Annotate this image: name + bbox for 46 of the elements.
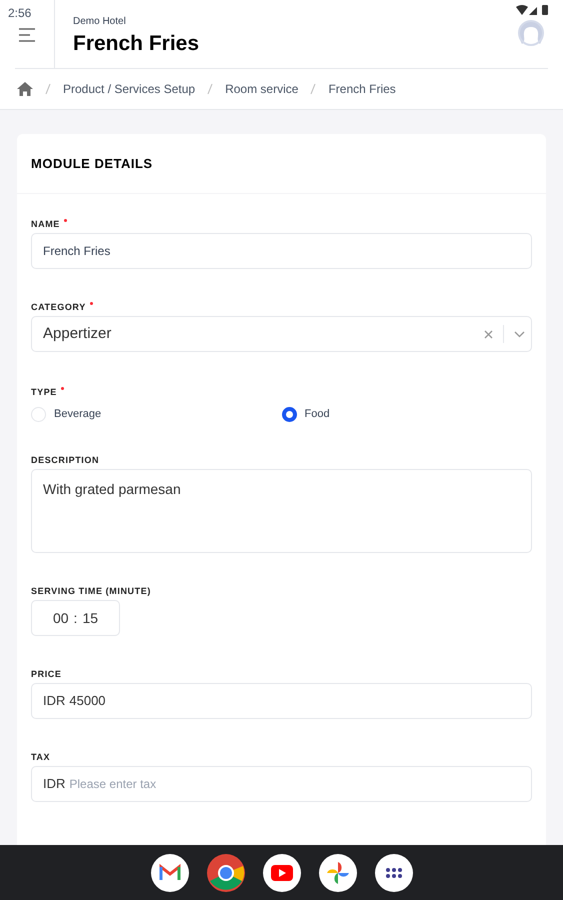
video-app-icon[interactable] <box>262 854 300 892</box>
radio-label: Beverage <box>54 406 102 422</box>
card-title: MODULE DETAILS <box>31 154 153 173</box>
field-placeholder: Please enter tax <box>69 776 156 793</box>
required-icon <box>64 219 67 222</box>
breadcrumb-link[interactable]: French Fries <box>328 80 396 98</box>
currency-prefix: IDR <box>43 692 66 710</box>
field-label: TYPE <box>31 386 57 398</box>
time-separator: : <box>74 608 78 628</box>
required-icon <box>60 387 64 390</box>
breadcrumb-link[interactable]: Room service <box>225 80 298 98</box>
clear-icon[interactable] <box>484 330 493 338</box>
currency-field[interactable]: IDR Please enter tax <box>31 766 532 802</box>
field-value: 45000 <box>69 692 106 710</box>
separator-icon <box>310 83 316 95</box>
field-label: CATEGORY <box>31 301 86 313</box>
separator-icon <box>45 83 51 95</box>
select-field[interactable]: Appertizer <box>31 316 532 352</box>
pinwheel-app-icon[interactable] <box>318 854 356 892</box>
field-label: NAME <box>31 218 60 230</box>
mail-app-icon[interactable] <box>150 854 188 892</box>
radio-button[interactable] <box>282 406 296 422</box>
hours-value: 00 <box>52 608 69 628</box>
select-value: Appertizer <box>43 324 112 344</box>
status-time: 2:56 <box>8 5 32 22</box>
required-icon <box>90 302 93 305</box>
separator-icon <box>207 83 214 95</box>
hotel-name: Demo Hotel <box>73 15 127 29</box>
breadcrumb-link[interactable]: Product / Services Setup <box>63 80 196 98</box>
currency-field[interactable]: IDR 45000 <box>31 683 532 719</box>
app-grid-icon[interactable] <box>374 854 412 892</box>
minutes-value: 15 <box>82 608 98 628</box>
chevron-down-icon[interactable] <box>514 330 525 338</box>
field-label: SERVING TIME (MINUTE) <box>31 585 151 597</box>
radio-label: Food <box>304 406 330 422</box>
browser-app-icon[interactable] <box>206 854 244 892</box>
currency-prefix: IDR <box>43 775 66 794</box>
field-label: DESCRIPTION <box>31 454 100 466</box>
time-field[interactable]: 00 : 15 <box>31 600 120 636</box>
description-field[interactable]: With grated parmesan <box>31 469 532 553</box>
text-field[interactable]: French Fries <box>31 233 532 269</box>
page-title: French Fries <box>73 31 200 57</box>
menu-icon[interactable] <box>18 28 36 42</box>
home-icon[interactable] <box>17 82 33 96</box>
field-label: TAX <box>31 751 50 763</box>
field-label: PRICE <box>31 668 62 680</box>
